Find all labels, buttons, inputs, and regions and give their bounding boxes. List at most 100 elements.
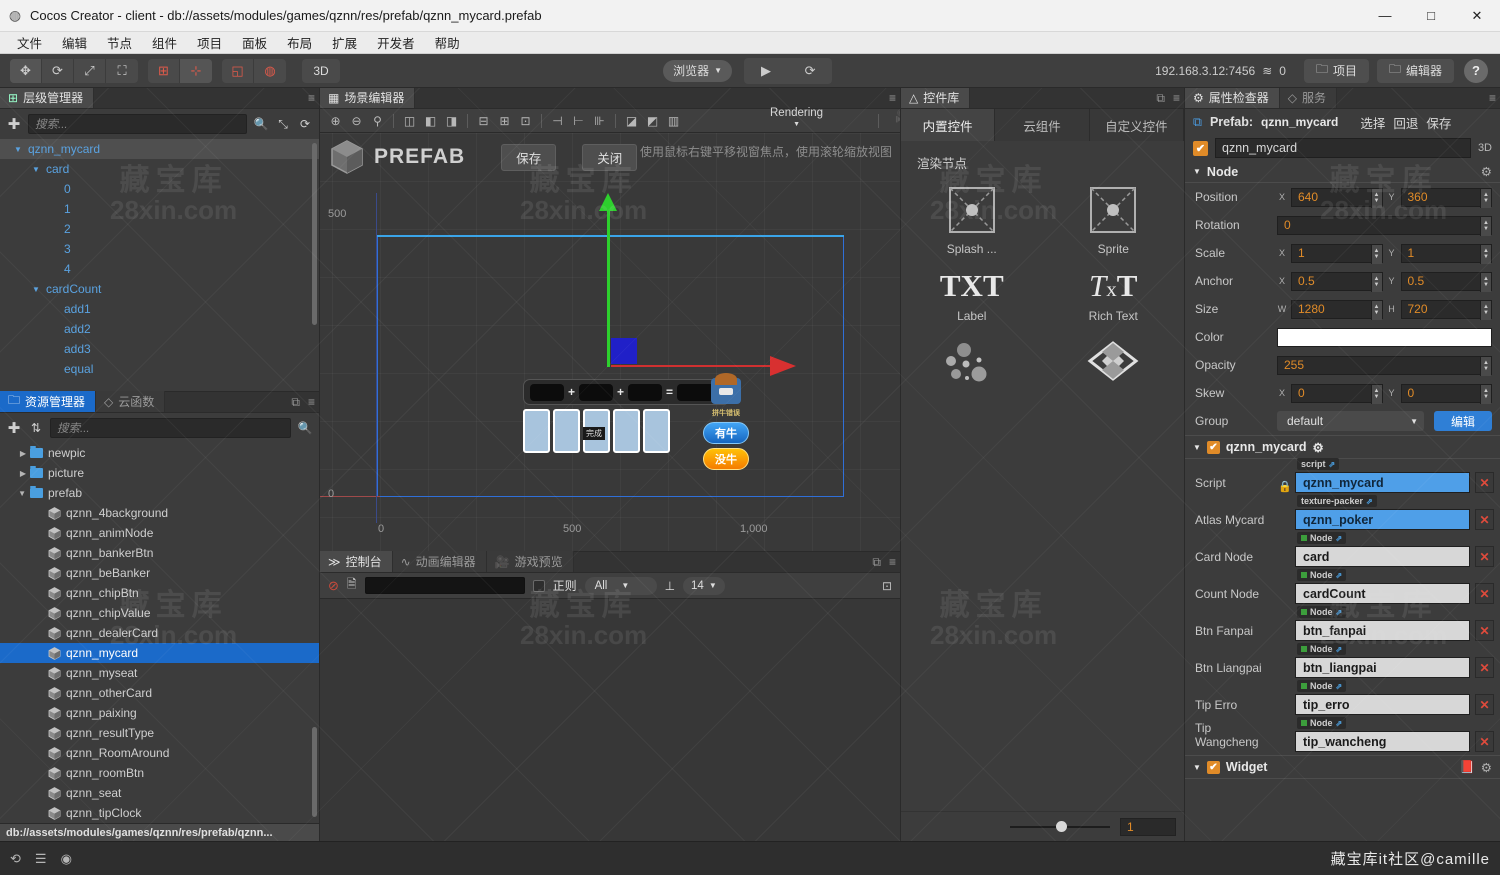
distribute-even-button[interactable]: ⊪ xyxy=(590,112,609,130)
coord-tool-button[interactable]: ⊹ xyxy=(180,58,212,83)
asset-folder-row[interactable]: ▶ newpic xyxy=(0,443,319,463)
number-input[interactable]: 720 ▲ ▼ xyxy=(1400,299,1492,320)
asset-prefab-row[interactable]: qznn_animNode xyxy=(0,523,319,543)
widget-zoom-slider[interactable] xyxy=(1010,820,1110,832)
prefab-close-button[interactable]: 关闭 xyxy=(582,143,638,171)
menu-item-project[interactable]: 项目 xyxy=(188,31,231,54)
clear-reference-button[interactable]: ✕ xyxy=(1475,620,1494,641)
widget-item-sprite[interactable]: Sprite xyxy=(1043,176,1185,260)
align-bottom-button[interactable]: ⊡ xyxy=(516,112,535,130)
console-popout-icon[interactable]: ⧉ xyxy=(872,555,881,570)
open-link-icon[interactable]: ⇗ xyxy=(1366,497,1373,506)
hierarchy-node[interactable]: equal xyxy=(0,359,319,379)
hierarchy-node[interactable]: add2 xyxy=(0,319,319,339)
hierarchy-node[interactable]: 2 xyxy=(0,219,319,239)
prefab-revert-action[interactable]: 回退 xyxy=(1393,113,1418,132)
stepper-arrows[interactable]: ▲ ▼ xyxy=(1370,188,1382,208)
chevron-down-icon[interactable]: ▼ xyxy=(30,165,42,174)
component-gear-icon[interactable]: ⚙ xyxy=(1313,440,1324,455)
help-button[interactable]: ? xyxy=(1464,58,1489,83)
spacing-even-button[interactable]: ▥ xyxy=(664,112,683,130)
asset-prefab-row[interactable]: qznn_bankerBtn xyxy=(0,543,319,563)
asset-prefab-row[interactable]: qznn_myseat xyxy=(0,663,319,683)
number-input[interactable]: 0.5 ▲ ▼ xyxy=(1400,271,1492,292)
hierarchy-node[interactable]: 0 xyxy=(0,179,319,199)
font-size-select[interactable]: 14 ▼ xyxy=(683,576,726,595)
widget-enabled-checkbox[interactable]: ✔ xyxy=(1206,760,1220,774)
clear-console-icon[interactable]: ⊘ xyxy=(328,578,339,594)
component-enabled-checkbox[interactable]: ✔ xyxy=(1206,440,1220,454)
align-right-button[interactable]: ◨ xyxy=(442,112,461,130)
number-input[interactable]: 1 ▲ ▼ xyxy=(1400,243,1492,264)
hierarchy-node[interactable]: add3 xyxy=(0,339,319,359)
asset-prefab-row[interactable]: qznn_dealerCard xyxy=(0,623,319,643)
tab-game-preview[interactable]: 🎥 游戏预览 xyxy=(486,551,574,572)
distribute-v-button[interactable]: ⊢ xyxy=(569,112,588,130)
tab-builtin-widgets[interactable]: 内置控件 xyxy=(901,109,996,141)
close-button[interactable]: ✕ xyxy=(1454,0,1500,32)
prefab-save-button[interactable]: 保存 xyxy=(501,143,557,171)
stepper-arrows[interactable]: ▲ ▼ xyxy=(1480,272,1491,292)
spacing-v-button[interactable]: ◩ xyxy=(643,112,662,130)
number-input[interactable]: 0 ▲ ▼ xyxy=(1291,383,1383,404)
menu-item-layout[interactable]: 布局 xyxy=(278,31,321,54)
menu-item-file[interactable]: 文件 xyxy=(8,31,51,54)
hierarchy-node[interactable]: ▼ cardCount xyxy=(0,279,319,299)
number-input[interactable]: 1 ▲ ▼ xyxy=(1291,243,1383,264)
asset-prefab-row[interactable]: qznn_4background xyxy=(0,503,319,523)
chevron-right-icon[interactable]: ▶ xyxy=(0,469,30,478)
menu-item-developer[interactable]: 开发者 xyxy=(368,31,424,54)
search-icon[interactable]: 🔍 xyxy=(297,421,313,435)
reference-value[interactable]: cardCount xyxy=(1295,583,1470,604)
menu-item-panel[interactable]: 面板 xyxy=(233,31,276,54)
menu-item-help[interactable]: 帮助 xyxy=(426,31,469,54)
asset-prefab-row[interactable]: qznn_mycard xyxy=(0,643,319,663)
number-input[interactable]: 0.5 ▲ ▼ xyxy=(1291,271,1383,292)
open-link-icon[interactable]: ⇗ xyxy=(1336,534,1343,543)
distribute-h-button[interactable]: ⊣ xyxy=(548,112,567,130)
preview-target-dropdown[interactable]: 浏览器 ▼ xyxy=(663,59,733,82)
reference-value[interactable]: btn_liangpai xyxy=(1295,657,1470,678)
tab-console[interactable]: ≫ 控制台 xyxy=(320,551,393,572)
stepper-arrows[interactable]: ▲ ▼ xyxy=(1370,300,1382,320)
widget-popout-icon[interactable]: ⧉ xyxy=(1156,91,1165,106)
assets-menu-icon[interactable]: ≡ xyxy=(308,395,315,410)
reference-value[interactable]: card xyxy=(1295,546,1470,567)
align-left-button[interactable]: ◫ xyxy=(400,112,419,130)
open-link-icon[interactable]: ⇗ xyxy=(1336,608,1343,617)
align-top-button[interactable]: ⊟ xyxy=(474,112,493,130)
console-filter-input[interactable] xyxy=(364,577,525,594)
asset-prefab-row[interactable]: qznn_resultType xyxy=(0,723,319,743)
refresh-button[interactable]: ⟳ xyxy=(788,58,832,84)
asset-prefab-row[interactable]: qznn_tipClock xyxy=(0,803,319,823)
number-input[interactable]: 255 ▲ ▼ xyxy=(1277,355,1492,376)
console-expand-icon[interactable]: ⊡ xyxy=(882,579,892,593)
open-link-icon[interactable]: ⇗ xyxy=(1336,682,1343,691)
rendering-dropdown[interactable]: Rendering ▼ xyxy=(770,107,823,127)
tab-widget-library[interactable]: △ 控件库 xyxy=(901,87,971,108)
reference-value[interactable]: btn_fanpai xyxy=(1295,620,1470,641)
menu-item-extension[interactable]: 扩展 xyxy=(323,31,366,54)
stepper-arrows[interactable]: ▲ ▼ xyxy=(1480,244,1491,264)
group-select[interactable]: default ▼ xyxy=(1277,411,1424,431)
clear-reference-button[interactable]: ✕ xyxy=(1475,472,1494,493)
btn-mei-niu[interactable]: 没牛 xyxy=(703,448,749,470)
widget-item-rich-text[interactable]: TxT Rich Text xyxy=(1043,260,1185,327)
chevron-right-icon[interactable]: ▶ xyxy=(0,449,30,458)
number-input[interactable]: 640 ▲ ▼ xyxy=(1291,187,1383,208)
asset-prefab-row[interactable]: qznn_roomBtn xyxy=(0,763,319,783)
widget-item-splash[interactable]: Splash ... xyxy=(901,176,1043,260)
widget-section-header[interactable]: ▼ ✔ Widget 📕 ⚙ xyxy=(1185,755,1500,779)
asset-prefab-row[interactable]: qznn_seat xyxy=(0,783,319,803)
global-space-tool-button[interactable]: ◍ xyxy=(254,59,286,83)
btn-you-niu[interactable]: 有牛 xyxy=(703,422,749,444)
menu-item-edit[interactable]: 编辑 xyxy=(53,31,96,54)
hierarchy-node[interactable]: ▼ card xyxy=(0,159,319,179)
hierarchy-menu-icon[interactable]: ≡ xyxy=(308,91,315,105)
pivot-tool-button[interactable]: ⊞ xyxy=(148,58,180,83)
hierarchy-node[interactable]: ▼ qznn_mycard xyxy=(0,139,319,159)
database-icon[interactable]: ☰ xyxy=(35,851,47,867)
node-enabled-checkbox[interactable]: ✔ xyxy=(1193,140,1208,156)
console-menu-icon[interactable]: ≡ xyxy=(889,555,896,570)
reference-value[interactable]: qznn_mycard xyxy=(1295,472,1470,493)
